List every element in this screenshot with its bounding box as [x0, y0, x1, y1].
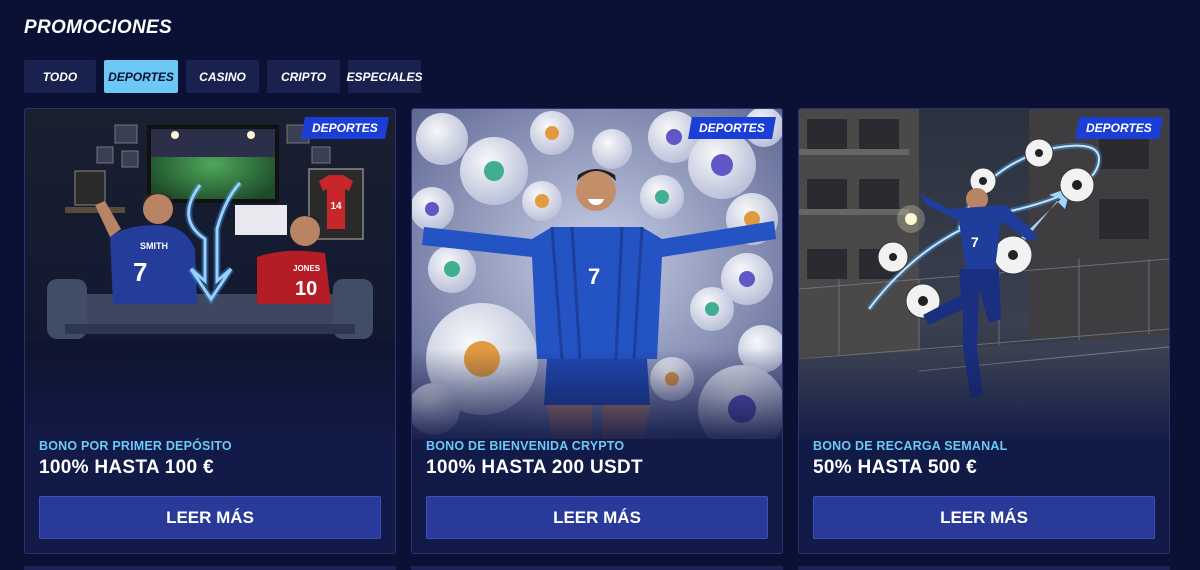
svg-text:7: 7: [133, 257, 147, 287]
svg-text:10: 10: [295, 278, 317, 300]
promo-subtitle: BONO POR PRIMER DEPÓSITO: [39, 439, 232, 453]
promo-card-first-deposit[interactable]: 14 SMITH 7 JONES 10 DEPORTES BONO POR PR…: [24, 108, 396, 554]
category-badge: DEPORTES: [301, 117, 389, 139]
read-more-button[interactable]: LEER MÁS: [39, 496, 381, 539]
promo-card-crypto-welcome[interactable]: 7 DEPORTES BONO DE BIENVENIDA CRYPTO 100…: [411, 108, 783, 554]
category-badge: DEPORTES: [1075, 117, 1163, 139]
promo-subtitle: BONO DE BIENVENIDA CRYPTO: [426, 439, 625, 453]
promotion-cards: 14 SMITH 7 JONES 10 DEPORTES BONO POR PR…: [24, 108, 1170, 554]
next-row-cards-edge: [24, 566, 1170, 570]
page-title: PROMOCIONES: [24, 17, 172, 38]
next-card-edge: [24, 566, 396, 570]
promo-offer: 100% HASTA 100 €: [39, 457, 214, 478]
svg-text:14: 14: [330, 201, 342, 212]
tab-deportes[interactable]: DEPORTES: [104, 60, 178, 93]
tab-todo[interactable]: TODO: [24, 60, 96, 93]
promotions-page: PROMOCIONES TODO DEPORTES CASINO CRIPTO …: [0, 0, 1200, 570]
promo-card-weekly-reload[interactable]: 7 DEPORTES BONO DE RECARGA SEMANAL 50% H…: [798, 108, 1170, 554]
category-tabs: TODO DEPORTES CASINO CRIPTO ESPECIALES: [24, 60, 423, 93]
promo-subtitle: BONO DE RECARGA SEMANAL: [813, 439, 1008, 453]
read-more-button[interactable]: LEER MÁS: [813, 496, 1155, 539]
promo-offer: 100% HASTA 200 USDT: [426, 457, 643, 478]
svg-text:7: 7: [971, 234, 979, 250]
next-card-edge: [798, 566, 1170, 570]
svg-text:7: 7: [588, 264, 600, 289]
tab-especiales[interactable]: ESPECIALES: [346, 60, 423, 93]
tab-cripto[interactable]: CRIPTO: [267, 60, 340, 93]
read-more-button[interactable]: LEER MÁS: [426, 496, 768, 539]
next-card-edge: [411, 566, 783, 570]
category-badge: DEPORTES: [688, 117, 776, 139]
svg-text:JONES: JONES: [293, 264, 321, 273]
tab-casino[interactable]: CASINO: [186, 60, 259, 93]
svg-text:SMITH: SMITH: [140, 241, 168, 251]
promo-offer: 50% HASTA 500 €: [813, 457, 977, 478]
